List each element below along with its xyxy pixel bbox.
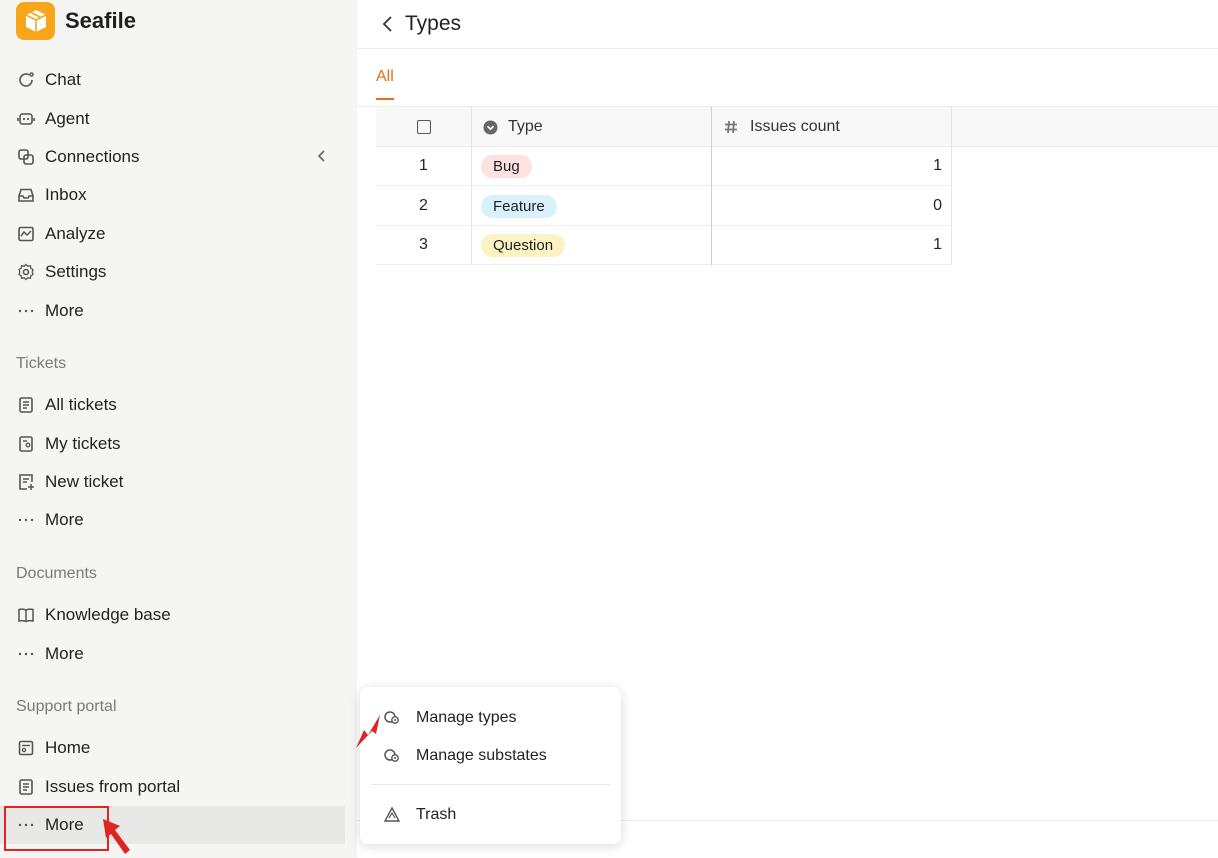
menu-item-label: Manage types bbox=[416, 709, 517, 726]
sidebar-item-inbox[interactable]: Inbox bbox=[0, 176, 345, 214]
sidebar-item-all-tickets[interactable]: All tickets bbox=[0, 386, 345, 424]
row-index: 1 bbox=[376, 147, 471, 186]
sidebar-item-label: More bbox=[45, 510, 84, 529]
more-icon bbox=[16, 301, 36, 321]
table-row-type-cell[interactable]: Feature bbox=[471, 187, 711, 226]
more-dropdown-menu: Manage types Manage substates Trash bbox=[360, 687, 621, 844]
select-all-checkbox[interactable] bbox=[416, 120, 431, 134]
agent-icon bbox=[16, 109, 36, 129]
single-select-icon bbox=[483, 120, 498, 134]
section-title-tickets: Tickets bbox=[16, 355, 67, 372]
sidebar-item-home[interactable]: Home bbox=[0, 729, 345, 767]
row-index: 3 bbox=[376, 226, 471, 265]
sidebar-item-agent[interactable]: Agent bbox=[0, 100, 345, 138]
sidebar-item-label: Inbox bbox=[45, 185, 87, 204]
menu-divider bbox=[372, 784, 610, 785]
sidebar-item-new-ticket[interactable]: New ticket bbox=[0, 463, 345, 501]
annotation-arrow-icon bbox=[356, 715, 380, 748]
manage-substates-icon bbox=[382, 746, 402, 766]
menu-item-label: Trash bbox=[416, 806, 457, 823]
sidebar-item-issues-from-portal[interactable]: Issues from portal bbox=[0, 768, 345, 806]
sidebar-item-label: Analyze bbox=[45, 224, 106, 243]
tickets-icon bbox=[16, 395, 36, 415]
row-index: 2 bbox=[376, 187, 471, 226]
my-tickets-icon bbox=[16, 434, 36, 454]
sidebar-item-chat[interactable]: Chat bbox=[0, 61, 345, 99]
chat-icon bbox=[16, 70, 36, 90]
sidebar-item-label: Agent bbox=[45, 109, 90, 128]
home-icon bbox=[16, 738, 36, 758]
book-icon bbox=[16, 605, 36, 625]
select-all-cell[interactable] bbox=[376, 107, 471, 147]
table-row-count-cell[interactable]: 1 bbox=[712, 147, 952, 186]
back-chevron-left-icon[interactable] bbox=[379, 14, 397, 34]
menu-item-manage-substates[interactable]: Manage substates bbox=[360, 738, 621, 774]
table-row-count-cell[interactable]: 0 bbox=[712, 187, 952, 226]
table-row-type-cell[interactable]: Question bbox=[471, 226, 711, 265]
sidebar-item-analyze[interactable]: Analyze bbox=[0, 215, 345, 253]
type-tag: Question bbox=[481, 233, 566, 257]
sidebar-item-documents-more[interactable]: More bbox=[0, 635, 345, 673]
collapse-sidebar-chevron-left-icon[interactable] bbox=[314, 148, 330, 164]
more-icon bbox=[16, 510, 36, 530]
sidebar-item-label: Knowledge base bbox=[45, 605, 171, 624]
section-title-support-portal: Support portal bbox=[16, 698, 117, 715]
type-tag: Feature bbox=[481, 194, 557, 218]
analyze-icon bbox=[16, 224, 36, 244]
sidebar-item-label: All tickets bbox=[45, 395, 117, 414]
more-icon bbox=[16, 644, 36, 664]
type-tag: Bug bbox=[481, 154, 532, 178]
sidebar-item-label: More bbox=[45, 301, 84, 320]
trash-icon bbox=[382, 805, 402, 825]
brand[interactable]: Seafile bbox=[16, 2, 136, 40]
tab-all[interactable]: All bbox=[376, 68, 394, 100]
menu-item-manage-types[interactable]: Manage types bbox=[360, 700, 621, 736]
sidebar-item-label: Settings bbox=[45, 262, 107, 281]
sidebar-item-settings[interactable]: Settings bbox=[0, 253, 345, 291]
seafile-logo-icon bbox=[16, 2, 55, 40]
sidebar-item-connections[interactable]: Connections bbox=[0, 138, 345, 176]
number-hash-icon bbox=[725, 120, 737, 134]
table-row-count-cell[interactable]: 1 bbox=[712, 226, 952, 265]
sidebar-item-label: Chat bbox=[45, 70, 81, 89]
sidebar-item-more[interactable]: More bbox=[0, 292, 345, 330]
sidebar-item-label: New ticket bbox=[45, 472, 124, 491]
menu-item-trash[interactable]: Trash bbox=[360, 797, 621, 833]
column-header-label: Issues count bbox=[750, 118, 840, 135]
sidebar-item-label: Home bbox=[45, 738, 91, 757]
column-header-type[interactable]: Type bbox=[471, 107, 711, 147]
sidebar-item-my-tickets[interactable]: My tickets bbox=[0, 425, 345, 463]
sidebar-item-knowledge-base[interactable]: Knowledge base bbox=[0, 596, 345, 634]
manage-types-icon bbox=[382, 708, 402, 728]
new-ticket-icon bbox=[16, 472, 36, 492]
issues-icon bbox=[16, 777, 36, 797]
sidebar-item-label: Issues from portal bbox=[45, 777, 181, 796]
sidebar-item-label: Connections bbox=[45, 147, 140, 166]
column-header-issues-count[interactable]: Issues count bbox=[712, 107, 952, 147]
annotation-arrow-icon bbox=[103, 819, 130, 854]
sidebar-item-label: More bbox=[45, 644, 84, 663]
page-header: Types bbox=[357, 0, 1218, 49]
column-header-label: Type bbox=[508, 118, 543, 135]
table-row-type-cell[interactable]: Bug bbox=[471, 147, 711, 186]
inbox-icon bbox=[16, 185, 36, 205]
sidebar-item-label: My tickets bbox=[45, 434, 121, 453]
menu-item-label: Manage substates bbox=[416, 747, 547, 764]
gear-icon bbox=[16, 262, 36, 282]
page-title: Types bbox=[405, 12, 462, 35]
connections-icon bbox=[16, 147, 36, 167]
section-title-documents: Documents bbox=[16, 565, 97, 582]
highlight-box bbox=[4, 806, 109, 851]
sidebar: Seafile Chat Agent Connections Inbox Ana… bbox=[0, 0, 357, 858]
brand-name: Seafile bbox=[65, 8, 136, 33]
sidebar-item-tickets-more[interactable]: More bbox=[0, 501, 345, 539]
